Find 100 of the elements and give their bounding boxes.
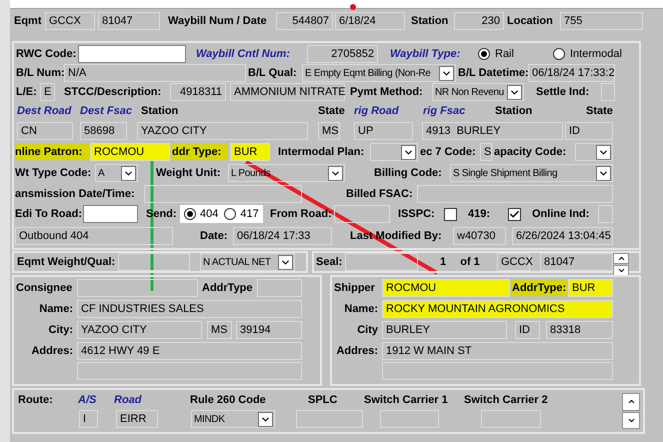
- field-label: B/L Num:: [16, 66, 62, 81]
- dropdown-button[interactable]: [121, 166, 136, 180]
- text-field[interactable]: w40730: [453, 227, 506, 245]
- text-field[interactable]: 4913 BURLEY: [422, 122, 563, 140]
- text-field[interactable]: 81047: [98, 12, 160, 30]
- text-field[interactable]: 58698: [80, 122, 127, 140]
- text-field[interactable]: [382, 362, 613, 380]
- text-field[interactable]: ROCMOU: [382, 279, 510, 297]
- field-label: Pymt Method:: [350, 84, 424, 100]
- text-field[interactable]: [601, 83, 615, 101]
- text-field[interactable]: 06/18/24 17:33: [233, 227, 332, 245]
- text-field[interactable]: Outbound 404: [15, 227, 173, 245]
- text-field[interactable]: [598, 205, 613, 223]
- text-field[interactable]: 6/26/2024 13:04:45: [512, 227, 613, 245]
- dropdown-button[interactable]: [278, 254, 293, 270]
- text-field[interactable]: UP: [354, 122, 413, 140]
- field-label: rig Fsac: [423, 104, 466, 120]
- checkbox[interactable]: [508, 208, 521, 220]
- field-label: Eqmt: [14, 14, 42, 29]
- dropdown[interactable]: A: [95, 164, 138, 182]
- radio-option[interactable]: Intermodal: [553, 46, 633, 62]
- text-field[interactable]: [380, 410, 439, 428]
- dropdown[interactable]: [575, 143, 613, 161]
- text-field[interactable]: EIRR: [116, 410, 158, 428]
- dropdown[interactable]: E Empty Eqmt Billing (Non-Re: [302, 64, 456, 82]
- dropdown-button[interactable]: [596, 144, 611, 160]
- text-field[interactable]: 4918311: [170, 83, 226, 101]
- text-field[interactable]: I: [79, 410, 98, 428]
- dropdown-button[interactable]: [507, 84, 522, 100]
- field-label: A/S: [78, 393, 98, 408]
- text-field[interactable]: ID: [515, 321, 540, 339]
- field-label: State: [586, 104, 614, 120]
- scroll-down-button[interactable]: [613, 265, 629, 276]
- text-field[interactable]: S: [480, 143, 492, 161]
- text-field[interactable]: 2705852: [307, 45, 378, 63]
- field-label: City:: [48, 322, 73, 338]
- scroll-up-button[interactable]: [613, 253, 629, 264]
- radio-option[interactable]: Rail: [478, 46, 528, 62]
- text-field[interactable]: BUR: [230, 143, 270, 161]
- dropdown[interactable]: S Single Shipment Billing: [450, 164, 613, 182]
- text-field[interactable]: 4612 HWY 49 E: [77, 342, 302, 360]
- text-field[interactable]: 1912 W MAIN ST: [382, 342, 613, 360]
- input-field[interactable]: [83, 205, 138, 223]
- field-label: ansmission Date/Time:: [15, 186, 136, 202]
- text-field[interactable]: AMMONIUM NITRATE: [230, 83, 345, 101]
- text-field[interactable]: 06/18/24 17:33:2: [528, 64, 615, 82]
- field-label: Settle Ind:: [536, 84, 590, 100]
- text-field[interactable]: CN: [17, 122, 73, 140]
- field-label: Road: [114, 393, 143, 408]
- text-field[interactable]: ROCMOU: [90, 143, 170, 161]
- scroll-down-button[interactable]: [622, 412, 640, 429]
- scroll-up-button[interactable]: [622, 393, 640, 410]
- text-field[interactable]: [77, 362, 302, 380]
- dropdown[interactable]: NR Non Revenu: [432, 83, 524, 101]
- field-label: ec 7 Code:: [420, 144, 477, 160]
- text-field[interactable]: 83318: [546, 321, 613, 339]
- text-field[interactable]: [77, 279, 198, 297]
- dropdown[interactable]: [370, 143, 418, 161]
- text-field[interactable]: BURLEY: [382, 321, 507, 339]
- text-field[interactable]: [118, 253, 190, 271]
- dropdown-button[interactable]: [258, 412, 273, 426]
- radio-option[interactable]: 417: [224, 206, 259, 222]
- text-field[interactable]: BUR: [568, 279, 613, 297]
- text-field[interactable]: YAZOO CITY: [77, 321, 202, 339]
- field-label: Rule 260 Code: [190, 393, 267, 408]
- text-field[interactable]: [481, 410, 541, 428]
- dropdown-button[interactable]: [401, 144, 416, 160]
- text-field[interactable]: [296, 410, 363, 428]
- dropdown[interactable]: MINDK: [191, 410, 275, 428]
- text-field[interactable]: YAZOO CITY: [137, 122, 308, 140]
- text-field[interactable]: ID: [565, 122, 613, 140]
- text-field[interactable]: 544807: [276, 12, 333, 30]
- field-label: City: [356, 322, 378, 338]
- text-field[interactable]: [334, 205, 390, 223]
- text-field[interactable]: 755: [560, 12, 643, 30]
- text-field[interactable]: 39194: [236, 321, 302, 339]
- input-field[interactable]: [78, 45, 186, 63]
- text-field[interactable]: 230: [454, 12, 504, 30]
- field-label: Online Ind:: [532, 206, 590, 222]
- text-field[interactable]: CF INDUSTRIES SALES: [77, 300, 302, 318]
- text-field[interactable]: MS: [207, 321, 232, 339]
- text-field[interactable]: [257, 279, 302, 297]
- radio-option[interactable]: 404: [184, 206, 218, 222]
- dropdown-button[interactable]: [596, 166, 611, 180]
- text-field[interactable]: ROCKY MOUNTAIN AGRONOMICS: [382, 300, 613, 318]
- checkbox[interactable]: [444, 208, 457, 220]
- field-label: Billing Code:: [374, 166, 443, 181]
- dropdown-button[interactable]: [439, 66, 454, 80]
- dropdown[interactable]: N ACTUAL NET: [200, 253, 295, 271]
- text-field[interactable]: GCCX: [45, 12, 95, 30]
- dropdown-button[interactable]: [328, 166, 343, 180]
- text-field[interactable]: N/A: [64, 64, 246, 82]
- text-field[interactable]: MS: [318, 122, 340, 140]
- text-field[interactable]: [345, 253, 418, 271]
- text-field[interactable]: 81047: [540, 253, 613, 271]
- text-field[interactable]: E: [40, 83, 55, 101]
- text-field[interactable]: GCCX: [497, 253, 530, 271]
- text-field[interactable]: [417, 185, 613, 203]
- text-field[interactable]: 6/18/24: [335, 12, 405, 30]
- text-field[interactable]: [144, 185, 302, 203]
